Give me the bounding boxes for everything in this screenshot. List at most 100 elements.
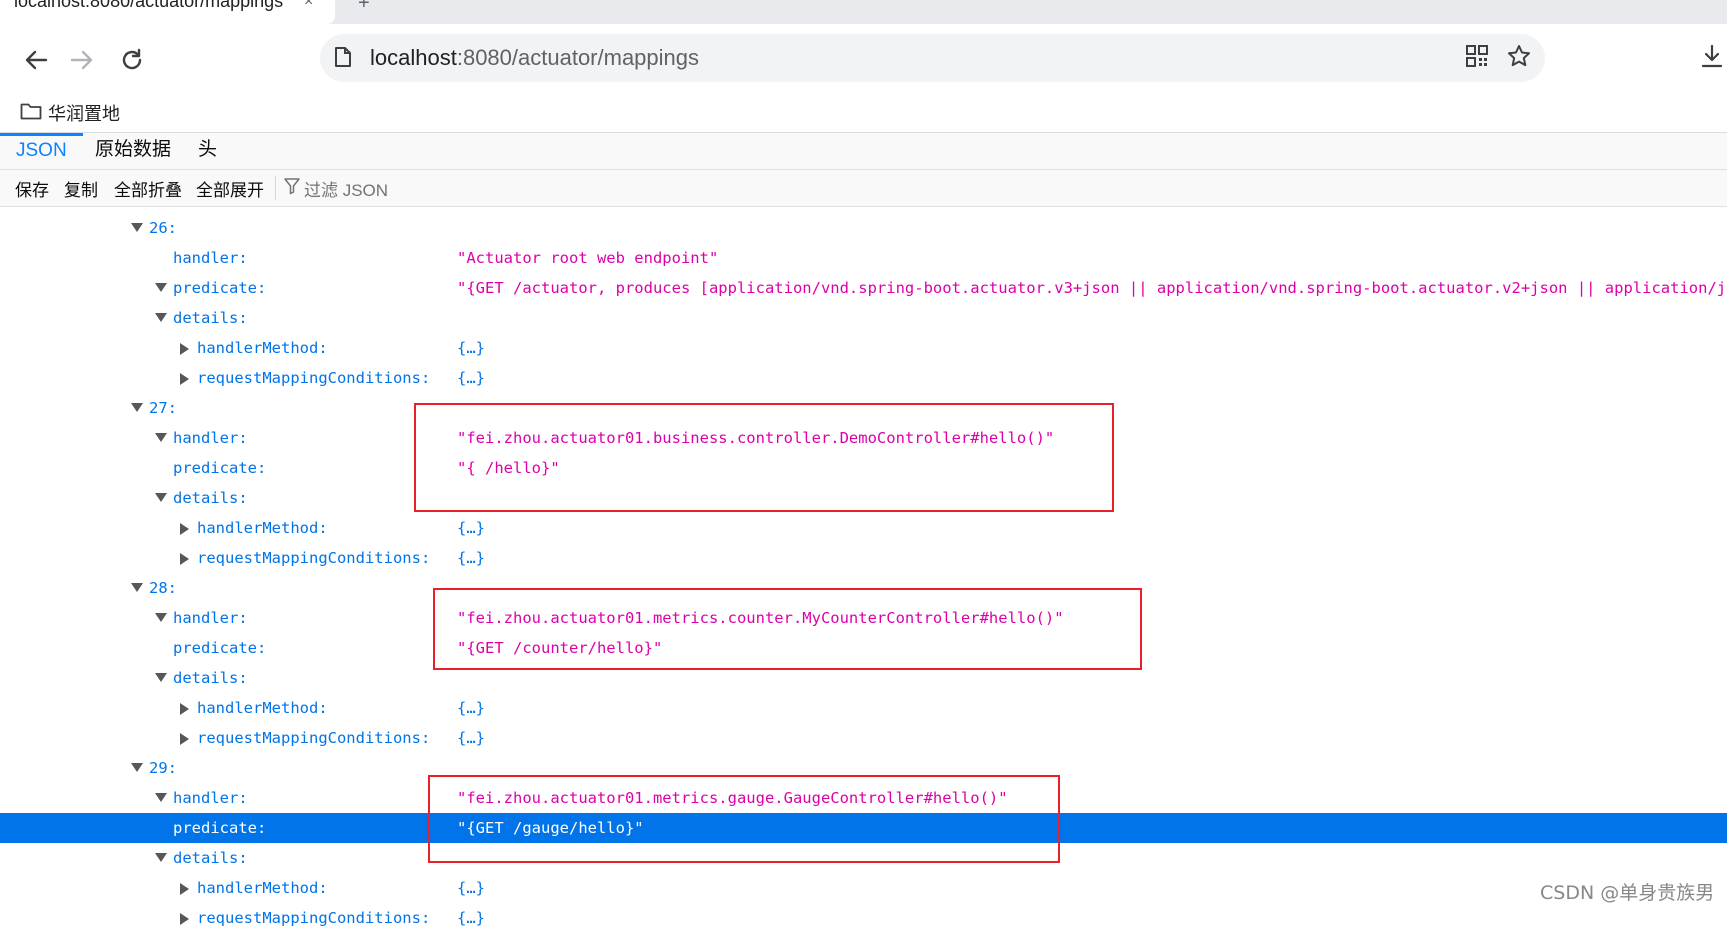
tree-key: predicate: [173, 279, 267, 297]
tree-value: "fei.zhou.actuator01.metrics.gauge.Gauge… [457, 789, 1008, 807]
tree-row[interactable]: handler: "Actuator root web endpoint" [0, 243, 1727, 273]
bookmarks-bar: 华润置地 [0, 96, 1727, 133]
expanded-arrow-icon[interactable] [154, 663, 168, 693]
tree-value: {…} [457, 699, 485, 717]
expanded-arrow-icon[interactable] [154, 273, 168, 303]
tree-key: requestMappingConditions: [197, 369, 431, 387]
expanded-arrow-icon[interactable] [154, 843, 168, 873]
expanded-arrow-icon[interactable] [154, 483, 168, 513]
tree-row[interactable]: handlerMethod: {…} [0, 693, 1727, 723]
tree-row[interactable]: details: [0, 483, 1727, 513]
tree-key: 26: [149, 219, 177, 237]
copy-button[interactable]: 复制 [64, 176, 98, 201]
tree-key: handler: [173, 609, 248, 627]
tab-headers[interactable]: 头 [182, 133, 233, 167]
tree-value: "fei.zhou.actuator01.metrics.counter.MyC… [457, 609, 1064, 627]
tree-key: details: [173, 849, 248, 867]
expanded-arrow-icon[interactable] [130, 573, 144, 603]
tree-row[interactable]: predicate: "{GET /counter/hello}" [0, 633, 1727, 663]
expanded-arrow-icon[interactable] [130, 213, 144, 243]
tree-value: {…} [457, 549, 485, 567]
tree-value: "{GET /gauge/hello}" [457, 819, 644, 837]
expanded-arrow-icon[interactable] [154, 783, 168, 813]
tree-row[interactable]: handler: "fei.zhou.actuator01.metrics.gau… [0, 783, 1727, 813]
tree-row[interactable]: predicate: "{GET /actuator, produces [app… [0, 273, 1727, 303]
address-bar[interactable]: localhost:8080/actuator/mappings [320, 34, 1545, 82]
filter-icon [284, 177, 300, 200]
bookmark-label: 华润置地 [48, 104, 120, 124]
url-host: localhost [370, 45, 457, 70]
tree-row[interactable]: handlerMethod: {…} [0, 513, 1727, 543]
tree-row[interactable]: requestMappingConditions: {…} [0, 543, 1727, 573]
reload-icon[interactable] [118, 46, 146, 74]
tree-key: predicate: [173, 459, 267, 477]
tree-row[interactable]: handlerMethod: {…} [0, 873, 1727, 903]
tree-key: 28: [149, 579, 177, 597]
tree-row[interactable]: predicate: "{GET /gauge/hello}" [0, 813, 1727, 843]
tree-key: handlerMethod: [197, 879, 328, 897]
expand-all-button[interactable]: 全部展开 [196, 176, 264, 201]
tree-row[interactable]: 27: [0, 393, 1727, 423]
browser-tab-title: localhost:8080/actuator/mappings [14, 0, 284, 11]
tree-row[interactable]: requestMappingConditions: {…} [0, 363, 1727, 393]
tree-row[interactable]: handler: "fei.zhou.actuator01.metrics.cou… [0, 603, 1727, 633]
page-info-icon[interactable] [334, 46, 352, 73]
collapsed-arrow-icon[interactable] [179, 903, 193, 933]
tab-close-icon[interactable]: × [304, 0, 313, 11]
tab-json[interactable]: JSON [0, 133, 83, 167]
tab-raw-data[interactable]: 原始数据 [79, 133, 187, 167]
expanded-arrow-icon[interactable] [154, 303, 168, 333]
bookmark-star-icon[interactable] [1507, 44, 1531, 75]
tree-key: 29: [149, 759, 177, 777]
qr-code-icon[interactable] [1465, 44, 1489, 75]
tree-value: "{GET /actuator, produces [application/v… [457, 279, 1727, 297]
tree-row[interactable]: predicate: "{ /hello}" [0, 453, 1727, 483]
collapsed-arrow-icon[interactable] [179, 873, 193, 903]
bookmark-folder[interactable]: 华润置地 [20, 100, 120, 126]
tree-row[interactable]: 29: [0, 753, 1727, 783]
browser-tab[interactable]: localhost:8080/actuator/mappings × [0, 0, 335, 24]
collapsed-arrow-icon[interactable] [179, 693, 193, 723]
toolbar-divider [275, 176, 276, 200]
tree-key: requestMappingConditions: [197, 729, 431, 747]
collapsed-arrow-icon[interactable] [179, 333, 193, 363]
back-icon[interactable] [22, 46, 50, 74]
tree-row[interactable]: handlerMethod: {…} [0, 333, 1727, 363]
folder-icon [20, 102, 42, 125]
url-text[interactable]: localhost:8080/actuator/mappings [370, 45, 699, 71]
tree-row[interactable]: details: [0, 843, 1727, 873]
collapsed-arrow-icon[interactable] [179, 363, 193, 393]
tree-key: requestMappingConditions: [197, 909, 431, 927]
viewer-tabs: JSON 原始数据 头 [0, 133, 1727, 170]
tree-key: details: [173, 669, 248, 687]
expanded-arrow-icon[interactable] [130, 753, 144, 783]
tree-value: "{ /hello}" [457, 459, 560, 477]
tree-key: handler: [173, 249, 248, 267]
save-button[interactable]: 保存 [15, 176, 49, 201]
json-toolbar: 保存 复制 全部折叠 全部展开 过滤 JSON [0, 170, 1727, 207]
tree-row[interactable]: requestMappingConditions: {…} [0, 903, 1727, 933]
expanded-arrow-icon[interactable] [154, 603, 168, 633]
tree-row[interactable]: requestMappingConditions: {…} [0, 723, 1727, 753]
filter-placeholder: 过滤 JSON [304, 181, 389, 200]
tree-row[interactable]: details: [0, 663, 1727, 693]
tree-value: {…} [457, 879, 485, 897]
download-icon[interactable] [1700, 44, 1724, 77]
collapsed-arrow-icon[interactable] [179, 723, 193, 753]
tree-key: details: [173, 489, 248, 507]
tree-row[interactable]: details: [0, 303, 1727, 333]
json-tree: 26: handler: "Actuator root web endpoint" p… [0, 213, 1727, 927]
new-tab-icon[interactable]: + [358, 0, 370, 15]
forward-icon[interactable] [68, 46, 96, 74]
tree-row[interactable]: 28: [0, 573, 1727, 603]
tree-row[interactable]: handler: "fei.zhou.actuator01.business.co… [0, 423, 1727, 453]
expanded-arrow-icon[interactable] [130, 393, 144, 423]
filter-json-input[interactable]: 过滤 JSON [284, 176, 388, 201]
collapsed-arrow-icon[interactable] [179, 513, 193, 543]
tree-key: handlerMethod: [197, 519, 328, 537]
expanded-arrow-icon[interactable] [154, 423, 168, 453]
tree-key: 27: [149, 399, 177, 417]
collapse-all-button[interactable]: 全部折叠 [114, 176, 182, 201]
tree-row[interactable]: 26: [0, 213, 1727, 243]
collapsed-arrow-icon[interactable] [179, 543, 193, 573]
